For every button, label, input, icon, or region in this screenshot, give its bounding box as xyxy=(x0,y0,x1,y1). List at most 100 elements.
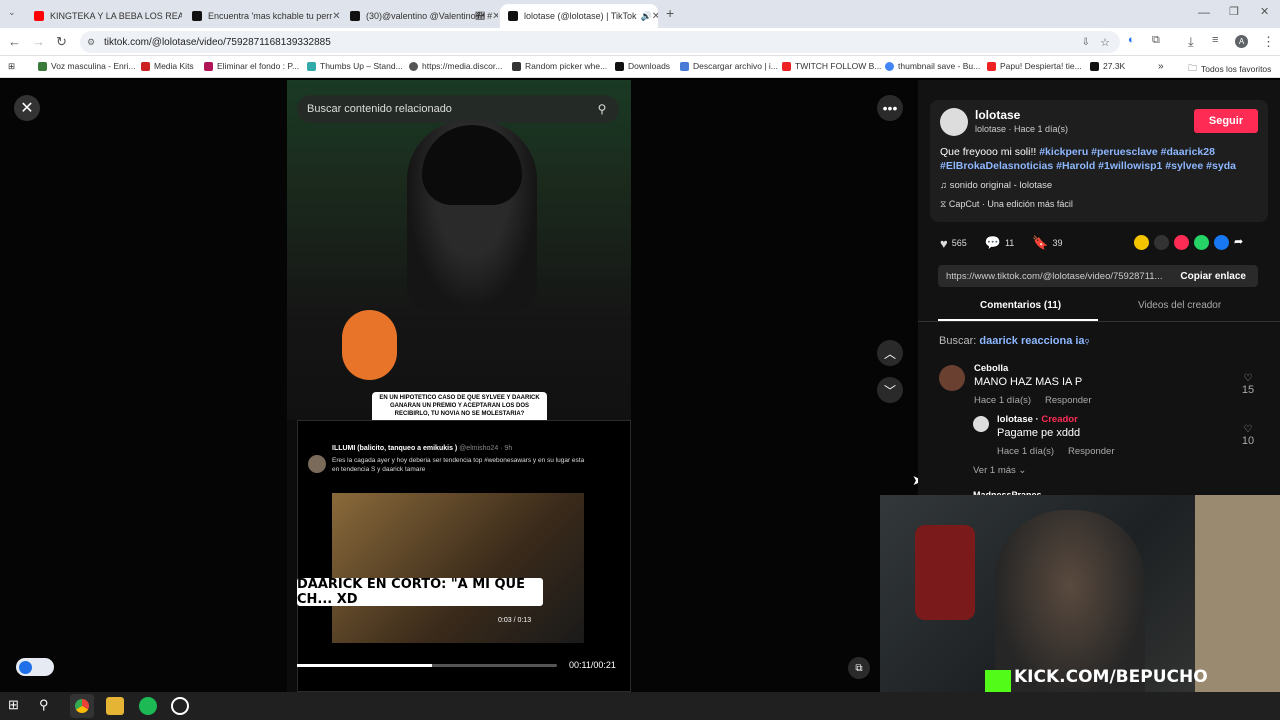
hashtag[interactable]: #1willowisp1 xyxy=(1098,160,1162,172)
minimize-button[interactable]: — xyxy=(1198,5,1210,19)
chrome-taskbar-icon[interactable] xyxy=(70,694,94,718)
tweet-text: Eres la cagada ayer y hoy deberia ser te… xyxy=(332,457,585,473)
coin-icon[interactable] xyxy=(1134,235,1149,250)
creator-avatar[interactable] xyxy=(940,108,968,136)
capcut-link[interactable]: ⧖ CapCut · Una edición más fácil xyxy=(940,199,1073,210)
bookmarks-bar: ⊞ Voz masculina - Enri... Media Kits Eli… xyxy=(0,56,1280,78)
commenter-name[interactable]: Cebolla xyxy=(974,363,1008,374)
tab-creator-videos[interactable]: Videos del creador xyxy=(1138,300,1221,311)
bookmark-item[interactable]: Thumbs Up – Stand... xyxy=(307,61,403,71)
heart-outline-icon: ♡ xyxy=(1243,424,1253,435)
tab-comments[interactable]: Comentarios (11) xyxy=(980,300,1061,311)
bookmark-item[interactable]: Voz masculina - Enri... xyxy=(38,61,136,71)
restore-button[interactable]: ❐ xyxy=(1229,5,1239,18)
all-bookmarks-folder[interactable]: 🗀 Todos los favoritos xyxy=(1188,61,1271,77)
hashtag[interactable]: #Harold xyxy=(1056,160,1095,172)
menu-kebab-icon[interactable]: ⋮ xyxy=(1262,34,1275,50)
close-window-button[interactable]: ✕ xyxy=(1260,5,1269,18)
site-info-icon[interactable]: ⚙ xyxy=(87,37,95,48)
media-icon[interactable]: ≡ xyxy=(1212,34,1218,46)
copy-link-button[interactable]: Copiar enlace xyxy=(1180,271,1246,282)
bookmark-star-icon[interactable]: ☆ xyxy=(1100,36,1110,49)
close-tab-icon[interactable]: ✕ xyxy=(652,11,658,22)
floating-player-icon[interactable]: ⧉ xyxy=(848,657,870,679)
downloads-icon[interactable]: ⤓ xyxy=(1188,34,1194,50)
tab-search-icon[interactable]: ⌄ xyxy=(8,7,16,18)
share-arrow-icon[interactable]: ➦ xyxy=(1234,235,1249,250)
bookmark-item[interactable]: https://media.discor... xyxy=(409,61,502,71)
reply-button[interactable]: Responder xyxy=(1045,395,1091,406)
embed-icon[interactable] xyxy=(1154,235,1169,250)
whatsapp-icon[interactable] xyxy=(1194,235,1209,250)
hashtag[interactable]: #syda xyxy=(1206,160,1236,172)
hashtag[interactable]: #ElBrokaDelasnoticias xyxy=(940,160,1053,172)
sound-link[interactable]: ♫ sonido original - lolotase xyxy=(940,180,1052,191)
bookmark-item[interactable]: 27.3K xyxy=(1090,61,1125,71)
bookmark-item[interactable]: thumbnail save - Bu... xyxy=(885,61,980,71)
close-tab-icon[interactable]: ✕ xyxy=(492,11,498,22)
profile-avatar[interactable]: A xyxy=(1235,35,1248,48)
search-query-link[interactable]: daarick reacciona ia xyxy=(979,335,1084,347)
browser-tab-2[interactable]: Encuentra 'mas kchable tu perr ✕ xyxy=(184,4,340,28)
commenter-name[interactable]: lolotase · Creador xyxy=(997,414,1078,425)
related-search[interactable]: Buscar: daarick reacciona ia⚲ xyxy=(939,335,1090,347)
bookmark-item[interactable]: Media Kits xyxy=(141,61,194,71)
more-bookmarks-icon[interactable]: » xyxy=(1158,61,1164,72)
video-progress-bar[interactable] xyxy=(297,664,557,667)
post-link-text: https://www.tiktok.com/@lolotase/video/7… xyxy=(946,270,1163,282)
related-search-input[interactable]: Buscar contenido relacionado ⚲ xyxy=(297,95,619,123)
close-tab-icon[interactable]: ✕ xyxy=(332,11,340,22)
bookmark-icon[interactable]: 🔖 xyxy=(1032,235,1048,251)
autoscroll-toggle[interactable] xyxy=(16,658,54,676)
comment-like[interactable]: ♡ 10 xyxy=(1240,424,1256,447)
bookmark-label: thumbnail save - Bu... xyxy=(898,61,981,71)
next-video-button[interactable]: ﹀ xyxy=(877,377,903,403)
bookmark-item[interactable]: Descargar archivo | i... xyxy=(680,61,778,71)
search-icon[interactable]: ⚲ xyxy=(591,98,613,120)
bookmark-item[interactable]: Eliminar el fondo : P... xyxy=(204,61,299,71)
bookmark-item[interactable]: TWITCH FOLLOW B... xyxy=(782,61,881,71)
reply-button[interactable]: Responder xyxy=(1068,446,1114,457)
view-more-replies[interactable]: Ver 1 más ⌄ xyxy=(973,465,1026,476)
browser-tab-active[interactable]: lolotase (@lolotase) | TikTok 🔊 ✕ xyxy=(500,4,658,28)
hashtag[interactable]: #sylvee xyxy=(1165,160,1203,172)
post-link-field[interactable]: https://www.tiktok.com/@lolotase/video/7… xyxy=(938,265,1258,287)
back-icon[interactable]: ← xyxy=(8,34,21,49)
browser-tab-1[interactable]: KINGTEKA Y LA BEBA LOS REAL ✕ xyxy=(26,4,182,28)
install-icon[interactable]: ⇩ xyxy=(1082,37,1090,48)
spotify-icon[interactable] xyxy=(139,697,157,715)
new-tab-button[interactable]: + xyxy=(666,5,674,21)
obs-icon[interactable] xyxy=(171,697,189,715)
windows-start-icon[interactable]: ⊞ xyxy=(8,697,26,715)
url-input[interactable]: ⚙ tiktok.com/@lolotase/video/75928711681… xyxy=(80,31,1120,53)
hashtag[interactable]: #daarick28 xyxy=(1161,146,1215,158)
commenter-avatar[interactable] xyxy=(939,365,965,391)
tweet-author: ILLUMI (balicito, tanqueo a emikukis ) @… xyxy=(332,445,512,452)
close-icon[interactable]: ✕ xyxy=(14,95,40,121)
bookmark-item[interactable]: Downloads xyxy=(615,61,670,71)
file-explorer-icon[interactable] xyxy=(106,697,124,715)
audio-icon[interactable]: 🔊 xyxy=(641,11,652,22)
reload-icon[interactable]: ↻ xyxy=(56,34,67,50)
bookmark-item[interactable]: Papu! Despierta! tie... xyxy=(987,61,1082,71)
extension-icon[interactable]: ◐ xyxy=(1128,34,1135,46)
hashtag[interactable]: #peruesclave xyxy=(1091,146,1158,158)
send-icon[interactable] xyxy=(1174,235,1189,250)
facebook-icon[interactable] xyxy=(1214,235,1229,250)
like-heart-icon[interactable]: ♥ xyxy=(940,236,948,251)
follow-button[interactable]: Seguir xyxy=(1194,109,1258,133)
browser-tab-3[interactable]: (30)@valentino @Valentino🛛 # ✕ xyxy=(342,4,498,28)
bookmark-item[interactable]: Random picker whe... xyxy=(512,61,607,71)
creator-username[interactable]: lolotase xyxy=(975,108,1020,122)
extensions-puzzle-icon[interactable]: ⧉ xyxy=(1152,34,1160,47)
forward-icon[interactable]: → xyxy=(32,34,45,49)
comment-bubble-icon[interactable]: 💬 xyxy=(985,235,1001,251)
bookmark-favicon xyxy=(680,61,689,71)
more-options-icon[interactable]: ••• xyxy=(877,95,903,121)
apps-icon[interactable]: ⊞ xyxy=(8,61,15,72)
commenter-avatar[interactable] xyxy=(973,416,989,432)
previous-video-button[interactable]: ︿ xyxy=(877,340,903,366)
hashtag[interactable]: #kickperu xyxy=(1039,146,1088,158)
comment-like[interactable]: ♡ 15 xyxy=(1240,373,1256,396)
search-taskbar-icon[interactable]: ⚲ xyxy=(39,697,57,715)
